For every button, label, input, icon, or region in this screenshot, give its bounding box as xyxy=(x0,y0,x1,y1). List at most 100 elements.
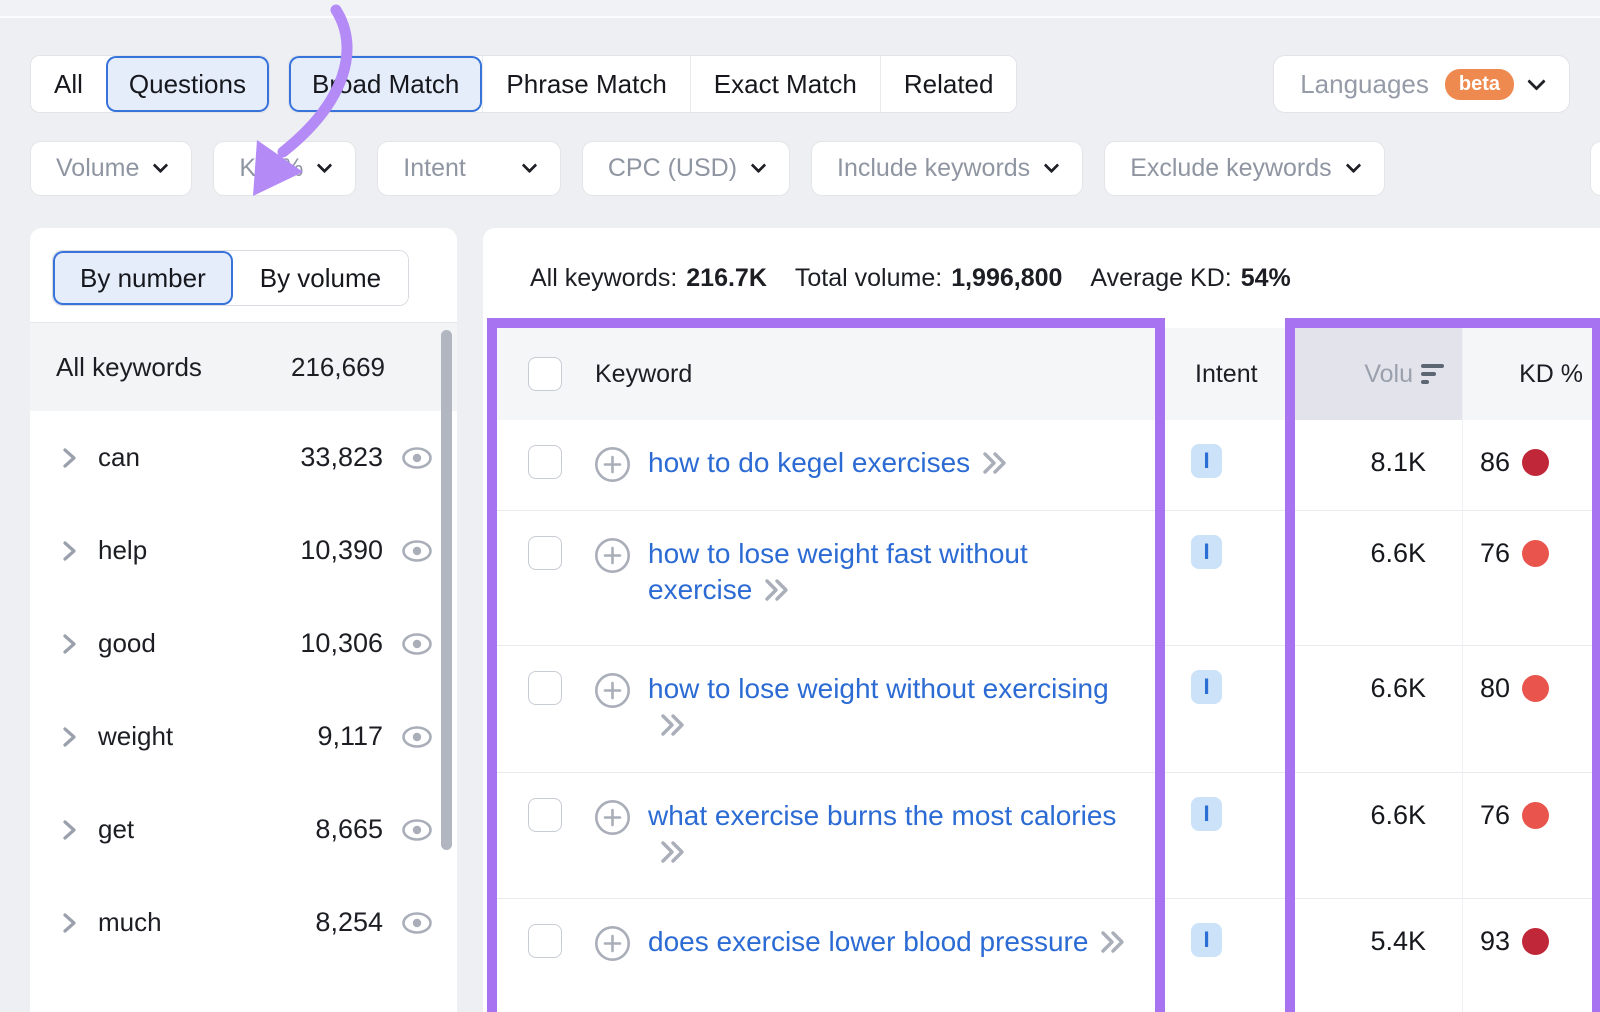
open-keyword-icon[interactable] xyxy=(660,713,688,737)
kd-difficulty-dot xyxy=(1522,802,1549,829)
open-keyword-icon[interactable] xyxy=(660,840,688,864)
open-keyword-icon[interactable] xyxy=(982,451,1010,475)
open-keyword-icon[interactable] xyxy=(1100,930,1128,954)
group-label: weight xyxy=(98,721,173,752)
exclude-keywords-dropdown[interactable]: Exclude keywords xyxy=(1104,141,1384,196)
table-row: how to lose weight fast without exercise… xyxy=(487,510,1600,645)
all-keywords-group[interactable]: All keywords 216,669 xyxy=(30,323,457,411)
chevron-right-icon xyxy=(56,538,82,564)
tab-related[interactable]: Related xyxy=(880,56,1017,112)
include-keywords-dropdown[interactable]: Include keywords xyxy=(811,141,1083,196)
kd-difficulty-dot xyxy=(1522,540,1549,567)
group-count: 9,117 xyxy=(317,721,383,752)
keyword-link[interactable]: does exercise lower blood pressure xyxy=(648,924,1138,960)
group-item-can[interactable]: can 33,823 xyxy=(30,411,457,504)
row-checkbox[interactable] xyxy=(528,671,562,705)
keyword-text: how to do kegel exercises xyxy=(648,447,970,478)
cpc-filter-label: CPC (USD) xyxy=(608,154,737,183)
open-keyword-icon[interactable] xyxy=(764,578,792,602)
group-count: 10,306 xyxy=(300,628,383,659)
intent-badge[interactable]: I xyxy=(1191,535,1222,569)
partial-filter-button[interactable] xyxy=(1590,141,1600,196)
add-keyword-icon[interactable] xyxy=(594,799,631,836)
eye-icon[interactable] xyxy=(401,911,433,935)
add-keyword-icon[interactable] xyxy=(594,672,631,709)
keyword-table-body: how to do kegel exercises I 8.1K 86 how … xyxy=(487,420,1600,1012)
group-item-much[interactable]: much 8,254 xyxy=(30,876,457,969)
volume-filter-label: Volume xyxy=(56,154,139,183)
row-checkbox[interactable] xyxy=(528,536,562,570)
group-count: 8,254 xyxy=(315,907,383,938)
group-item-help[interactable]: help 10,390 xyxy=(30,504,457,597)
languages-dropdown[interactable]: Languages beta xyxy=(1273,55,1570,113)
tab-broad-match[interactable]: Broad Match xyxy=(289,56,482,112)
by-number-toggle[interactable]: By number xyxy=(53,251,233,305)
kd-difficulty-dot xyxy=(1522,928,1549,955)
chevron-right-icon xyxy=(56,724,82,750)
keyword-text: what exercise burns the most calories xyxy=(648,800,1116,831)
add-keyword-icon[interactable] xyxy=(594,446,631,483)
kd-filter-label: KD % xyxy=(239,154,303,183)
keyword-table-panel: All keywords:216.7K Total volume:1,996,8… xyxy=(483,228,1600,1012)
stat-label: Average KD: xyxy=(1090,264,1231,293)
chevron-down-icon xyxy=(751,158,767,174)
table-row: how to lose weight without exercising I … xyxy=(487,645,1600,772)
tab-exact-match[interactable]: Exact Match xyxy=(690,56,880,112)
group-item-good[interactable]: good 10,306 xyxy=(30,597,457,690)
beta-badge: beta xyxy=(1445,69,1514,100)
keyword-groups-sidebar: By number By volume All keywords 216,669… xyxy=(30,228,457,1012)
eye-icon[interactable] xyxy=(401,446,433,470)
table-row: what exercise burns the most calories I … xyxy=(487,772,1600,898)
tab-questions[interactable]: Questions xyxy=(106,56,269,112)
intent-filter-dropdown[interactable]: Intent xyxy=(377,141,561,196)
keyword-column-header: Keyword xyxy=(595,328,692,420)
chevron-down-icon xyxy=(153,158,169,174)
eye-icon[interactable] xyxy=(401,818,433,842)
tab-group-match-types: Broad Match Phrase Match Exact Match Rel… xyxy=(288,55,1018,113)
keyword-link[interactable]: how to do kegel exercises xyxy=(648,445,1138,481)
volume-header-label: Volu xyxy=(1364,360,1413,389)
intent-badge[interactable]: I xyxy=(1191,670,1222,704)
group-count: 10,390 xyxy=(300,535,383,566)
row-checkbox[interactable] xyxy=(528,445,562,479)
volume-column-header[interactable]: Volu xyxy=(1295,328,1462,420)
tab-phrase-match[interactable]: Phrase Match xyxy=(482,56,689,112)
filter-bar: Volume KD % Intent CPC (USD) Include key… xyxy=(30,141,1385,196)
eye-icon[interactable] xyxy=(401,725,433,749)
chevron-down-icon xyxy=(1527,72,1545,90)
keyword-link[interactable]: how to lose weight fast without exercise xyxy=(648,536,1138,608)
kd-difficulty-dot xyxy=(1522,449,1549,476)
intent-badge[interactable]: I xyxy=(1191,444,1222,478)
volume-filter-dropdown[interactable]: Volume xyxy=(30,141,192,196)
kd-difficulty-dot xyxy=(1522,675,1549,702)
table-row: how to do kegel exercises I 8.1K 86 xyxy=(487,420,1600,510)
select-all-checkbox[interactable] xyxy=(528,357,562,391)
add-keyword-icon[interactable] xyxy=(594,537,631,574)
kd-value: 86 xyxy=(1432,447,1510,478)
tab-all[interactable]: All xyxy=(31,56,106,112)
eye-icon[interactable] xyxy=(401,632,433,656)
group-item-get[interactable]: get 8,665 xyxy=(30,783,457,876)
top-strip xyxy=(0,0,1600,18)
kd-value: 93 xyxy=(1432,926,1510,957)
row-checkbox[interactable] xyxy=(528,798,562,832)
sidebar-scrollbar[interactable] xyxy=(441,330,452,850)
kd-column-header[interactable]: KD % xyxy=(1462,328,1593,420)
tab-group-all-questions: All Questions xyxy=(30,55,270,113)
group-item-weight[interactable]: weight 9,117 xyxy=(30,690,457,783)
kd-filter-dropdown[interactable]: KD % xyxy=(213,141,356,196)
sort-descending-icon xyxy=(1421,364,1444,385)
row-checkbox[interactable] xyxy=(528,924,562,958)
cpc-filter-dropdown[interactable]: CPC (USD) xyxy=(582,141,790,196)
keyword-text: does exercise lower blood pressure xyxy=(648,926,1088,957)
intent-badge[interactable]: I xyxy=(1191,923,1222,957)
kd-value: 76 xyxy=(1432,538,1510,569)
intent-badge[interactable]: I xyxy=(1191,797,1222,831)
keyword-link[interactable]: what exercise burns the most calories xyxy=(648,798,1138,870)
keyword-link[interactable]: how to lose weight without exercising xyxy=(648,671,1138,743)
keyword-text: how to lose weight without exercising xyxy=(648,673,1109,704)
add-keyword-icon[interactable] xyxy=(594,925,631,962)
by-volume-toggle[interactable]: By volume xyxy=(233,251,408,305)
stat-value: 216.7K xyxy=(686,264,767,293)
eye-icon[interactable] xyxy=(401,539,433,563)
